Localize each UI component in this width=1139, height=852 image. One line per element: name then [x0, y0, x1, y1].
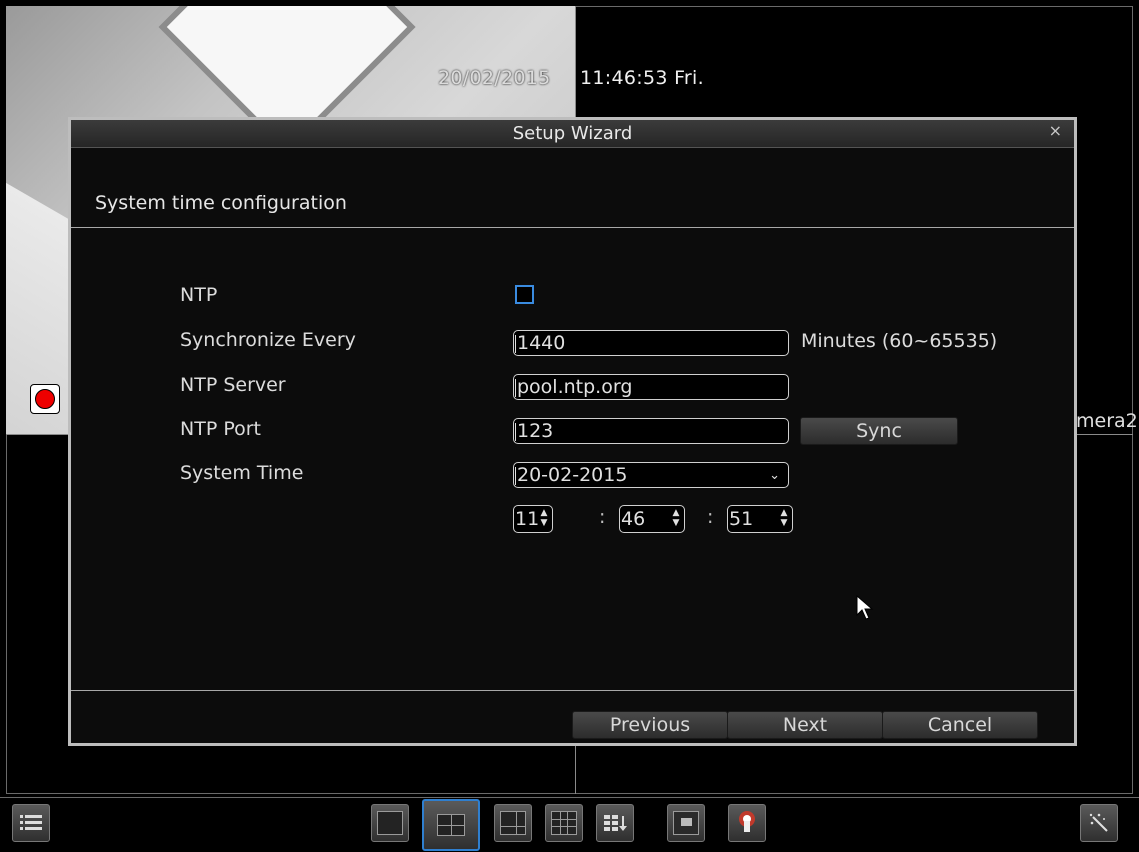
time-separator: :: [599, 506, 606, 528]
cancel-button[interactable]: Cancel: [882, 711, 1038, 739]
close-icon[interactable]: ×: [1049, 120, 1062, 142]
spinner-arrows-icon[interactable]: ▲ ▼: [671, 508, 681, 528]
divider: [71, 227, 1074, 228]
divider: [71, 690, 1074, 691]
second-spinner[interactable]: 51 ▲ ▼: [727, 505, 793, 533]
sync-every-label: Synchronize Every: [180, 329, 356, 351]
record-icon: [30, 384, 60, 414]
minute-spinner[interactable]: 46 ▲ ▼: [619, 505, 685, 533]
ptz-icon[interactable]: [728, 804, 766, 842]
minute-value: 46: [621, 508, 646, 530]
ntp-port-input[interactable]: 123: [513, 418, 789, 444]
sync-every-unit: Minutes (60~65535): [801, 330, 998, 352]
ntp-port-value: 123: [517, 420, 554, 442]
spinner-arrows-icon[interactable]: ▲ ▼: [539, 508, 549, 528]
ntp-port-label: NTP Port: [180, 418, 261, 440]
sync-every-input[interactable]: 1440: [513, 330, 789, 356]
sequence-icon[interactable]: [596, 804, 634, 842]
ntp-server-input[interactable]: pool.ntp.org: [513, 374, 789, 400]
next-button[interactable]: Next: [727, 711, 883, 739]
taskbar: [0, 797, 1139, 852]
setup-wizard-dialog: Setup Wizard × System time configuration…: [68, 117, 1077, 746]
layout-9-icon[interactable]: [545, 804, 583, 842]
date-value: 20-02-2015: [517, 464, 628, 486]
second-value: 51: [729, 508, 754, 530]
ntp-server-label: NTP Server: [180, 374, 286, 396]
camera-2-label: mera2: [1076, 410, 1138, 432]
date-select[interactable]: 20-02-2015 ⌄: [513, 462, 789, 488]
time-separator: :: [707, 506, 714, 528]
osd-date: 20/02/2015: [438, 67, 551, 89]
chevron-down-icon: ⌄: [769, 468, 780, 483]
sync-button[interactable]: Sync: [800, 417, 958, 445]
sync-every-value: 1440: [517, 332, 566, 354]
hour-spinner[interactable]: 11 ▲ ▼: [513, 505, 553, 533]
ntp-label: NTP: [180, 284, 218, 306]
wizard-icon[interactable]: [1080, 804, 1118, 842]
layout-1-icon[interactable]: [371, 804, 409, 842]
pip-icon[interactable]: [667, 804, 705, 842]
hour-value: 11: [515, 508, 540, 530]
layout-4-icon[interactable]: [422, 799, 480, 851]
menu-icon[interactable]: [12, 804, 50, 842]
dialog-heading: System time configuration: [95, 192, 347, 214]
osd-time: 11:46:53 Fri.: [580, 67, 704, 89]
mouse-cursor-icon: [856, 595, 874, 620]
spinner-arrows-icon[interactable]: ▲ ▼: [779, 508, 789, 528]
system-time-label: System Time: [180, 462, 304, 484]
layout-6-icon[interactable]: [494, 804, 532, 842]
dialog-title[interactable]: Setup Wizard: [71, 120, 1074, 148]
previous-button[interactable]: Previous: [572, 711, 728, 739]
ntp-checkbox[interactable]: [515, 285, 534, 304]
ntp-server-value: pool.ntp.org: [517, 376, 633, 398]
